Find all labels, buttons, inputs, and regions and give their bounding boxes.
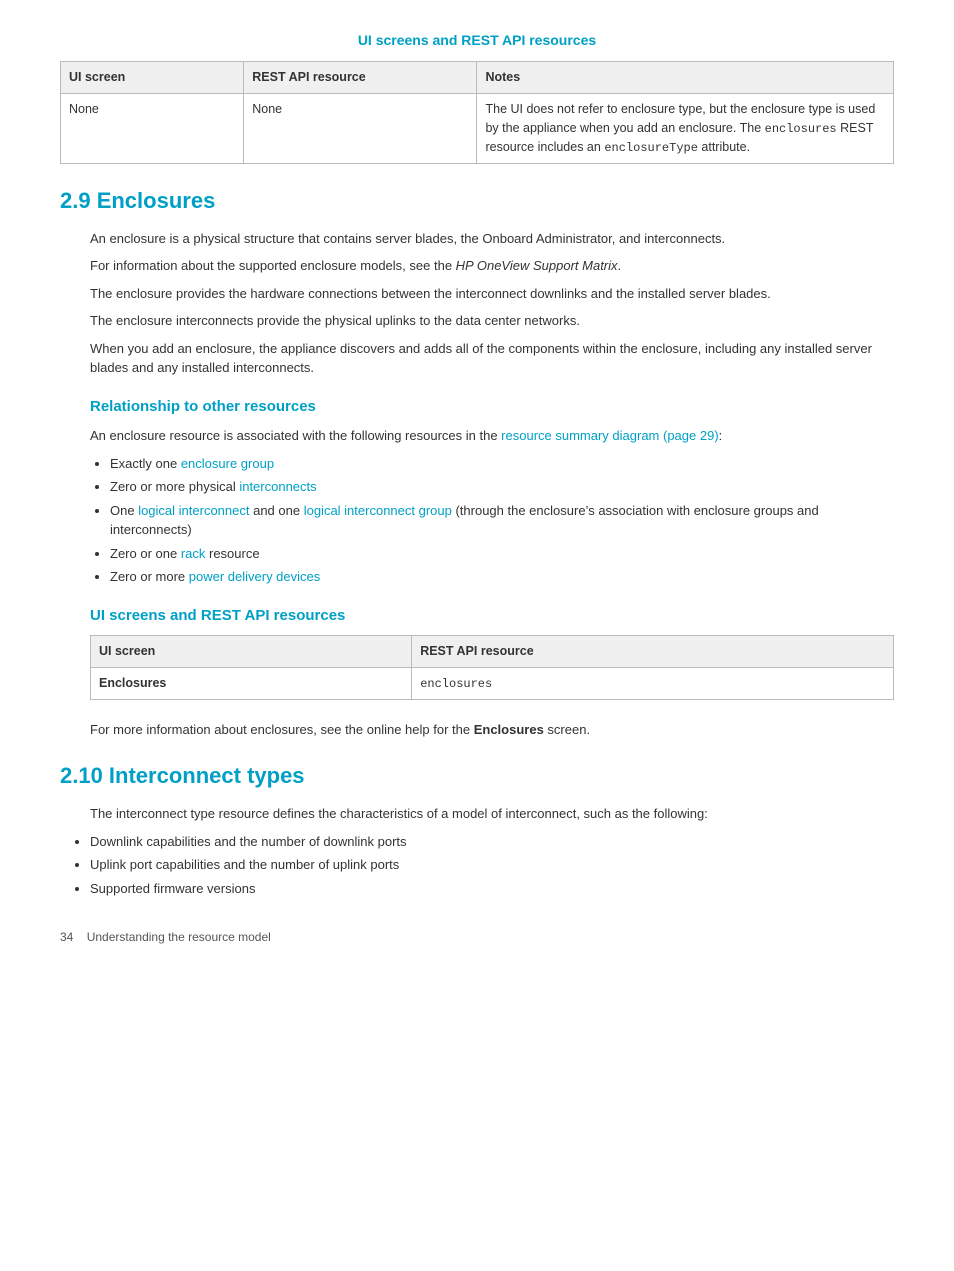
list-item: Downlink capabilities and the number of … [90,832,894,852]
power-delivery-devices-link[interactable]: power delivery devices [189,569,321,584]
section-2-10: 2.10 Interconnect types The interconnect… [60,759,894,898]
relationship-list: Exactly one enclosure group Zero or more… [110,454,894,587]
top-table-notes-cell: The UI does not refer to enclosure type,… [477,93,894,163]
top-table: UI screen REST API resource Notes None N… [60,61,894,164]
enclosure-group-link[interactable]: enclosure group [181,456,274,471]
table-row: None None The UI does not refer to enclo… [61,93,894,163]
top-ui-rest-section: UI screens and REST API resources UI scr… [60,30,894,164]
logical-interconnect-link[interactable]: logical interconnect [138,503,249,518]
interconnect-intro: The interconnect type resource defines t… [90,804,894,824]
section-2-9-heading: 2.9 Enclosures [60,184,894,217]
rack-link[interactable]: rack [181,546,206,561]
hp-oneview-link: HP OneView Support Matrix [456,258,618,273]
list-item: Zero or more power delivery devices [110,567,894,587]
enclosures-ui-cell: Enclosures [91,667,412,699]
section-2-9: 2.9 Enclosures An enclosure is a physica… [60,184,894,740]
enclosures-rest-cell: enclosures [412,667,894,699]
enclosures-footer-note: For more information about enclosures, s… [90,720,894,740]
enclosures-table-header-rest: REST API resource [412,636,894,668]
top-section-title: UI screens and REST API resources [60,30,894,51]
ui-rest-section-2: UI screens and REST API resources UI scr… [90,605,894,700]
enclosures-table-header-ui: UI screen [91,636,412,668]
page-number: 34 [60,930,73,944]
list-item: Supported firmware versions [90,879,894,899]
para-1: An enclosure is a physical structure tha… [90,229,894,249]
page-footer-label: Understanding the resource model [87,930,271,944]
interconnect-list: Downlink capabilities and the number of … [90,832,894,899]
para-2: For information about the supported encl… [90,256,894,276]
top-table-header-notes: Notes [477,62,894,94]
ui-rest-section-2-heading: UI screens and REST API resources [90,605,894,628]
top-table-ui-cell: None [61,93,244,163]
para-4: The enclosure interconnects provide the … [90,311,894,331]
list-item: One logical interconnect and one logical… [110,501,894,540]
resource-summary-link[interactable]: resource summary diagram (page 29) [501,428,718,443]
list-item: Exactly one enclosure group [110,454,894,474]
section-2-10-heading: 2.10 Interconnect types [60,759,894,792]
top-table-header-ui: UI screen [61,62,244,94]
top-table-rest-cell: None [244,93,477,163]
list-item: Uplink port capabilities and the number … [90,855,894,875]
enclosures-table: UI screen REST API resource Enclosures e… [90,635,894,700]
list-item: Zero or one rack resource [110,544,894,564]
relationship-intro: An enclosure resource is associated with… [90,426,894,446]
para-3: The enclosure provides the hardware conn… [90,284,894,304]
table-row: Enclosures enclosures [91,667,894,699]
interconnects-link[interactable]: interconnects [239,479,316,494]
page-footer: 34 Understanding the resource model [60,928,894,946]
list-item: Zero or more physical interconnects [110,477,894,497]
top-table-header-rest: REST API resource [244,62,477,94]
relationship-section: Relationship to other resources An enclo… [90,396,894,587]
logical-interconnect-group-link[interactable]: logical interconnect group [304,503,452,518]
relationship-heading: Relationship to other resources [90,396,894,419]
para-5: When you add an enclosure, the appliance… [90,339,894,378]
